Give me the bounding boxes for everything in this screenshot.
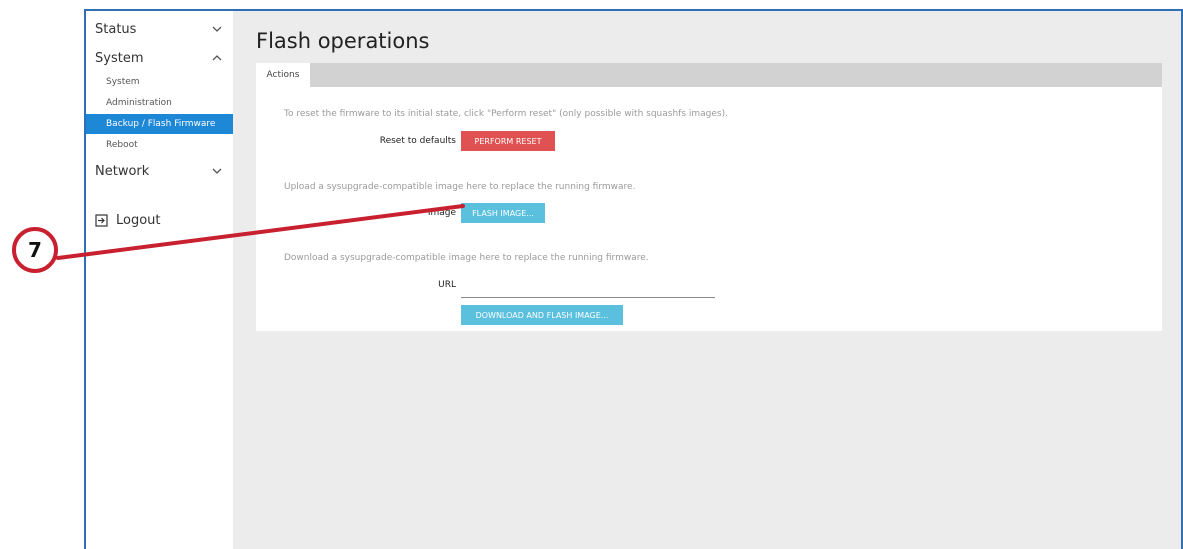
upload-description: Upload a sysupgrade-compatible image her… — [284, 182, 636, 192]
chevron-down-icon — [211, 165, 223, 177]
url-input[interactable] — [461, 283, 715, 298]
download-description: Download a sysupgrade-compatible image h… — [284, 253, 649, 263]
sidebar-item-label: Network — [95, 163, 150, 179]
image-label: Image — [427, 208, 456, 218]
main-content: Flash operations Actions To reset the fi… — [233, 11, 1181, 549]
download-and-flash-button[interactable]: DOWNLOAD AND FLASH IMAGE... — [461, 305, 623, 325]
sidebar-subitem-administration[interactable]: Administration — [86, 93, 233, 113]
sidebar: Status System System Administration Back… — [86, 11, 233, 549]
annotation-callout: 7 — [12, 227, 58, 273]
sidebar-item-label: Status — [95, 21, 137, 37]
chevron-down-icon — [211, 23, 223, 35]
reset-label: Reset to defaults — [379, 136, 456, 146]
sidebar-item-label: System — [95, 50, 144, 66]
sidebar-item-status[interactable]: Status — [95, 19, 223, 39]
sidebar-item-network[interactable]: Network — [95, 161, 223, 181]
url-label: URL — [438, 280, 456, 290]
logout-label: Logout — [116, 213, 161, 228]
sidebar-subitem-backup-flash-firmware[interactable]: Backup / Flash Firmware — [86, 114, 233, 134]
tab-actions[interactable]: Actions — [256, 63, 310, 87]
logout-link[interactable]: Logout — [95, 213, 161, 228]
sidebar-item-system[interactable]: System — [95, 48, 223, 68]
logout-icon — [95, 214, 108, 227]
sidebar-subitem-reboot[interactable]: Reboot — [86, 135, 233, 155]
app-window: Status System System Administration Back… — [84, 9, 1183, 549]
tab-bar: Actions — [256, 63, 1162, 87]
flash-image-button[interactable]: FLASH IMAGE... — [461, 203, 545, 223]
reset-description: To reset the firmware to its initial sta… — [284, 109, 728, 119]
page-title: Flash operations — [256, 29, 430, 53]
actions-panel: To reset the firmware to its initial sta… — [256, 87, 1162, 331]
perform-reset-button[interactable]: PERFORM RESET — [461, 131, 555, 151]
sidebar-subitem-system[interactable]: System — [86, 72, 233, 92]
chevron-up-icon — [211, 52, 223, 64]
